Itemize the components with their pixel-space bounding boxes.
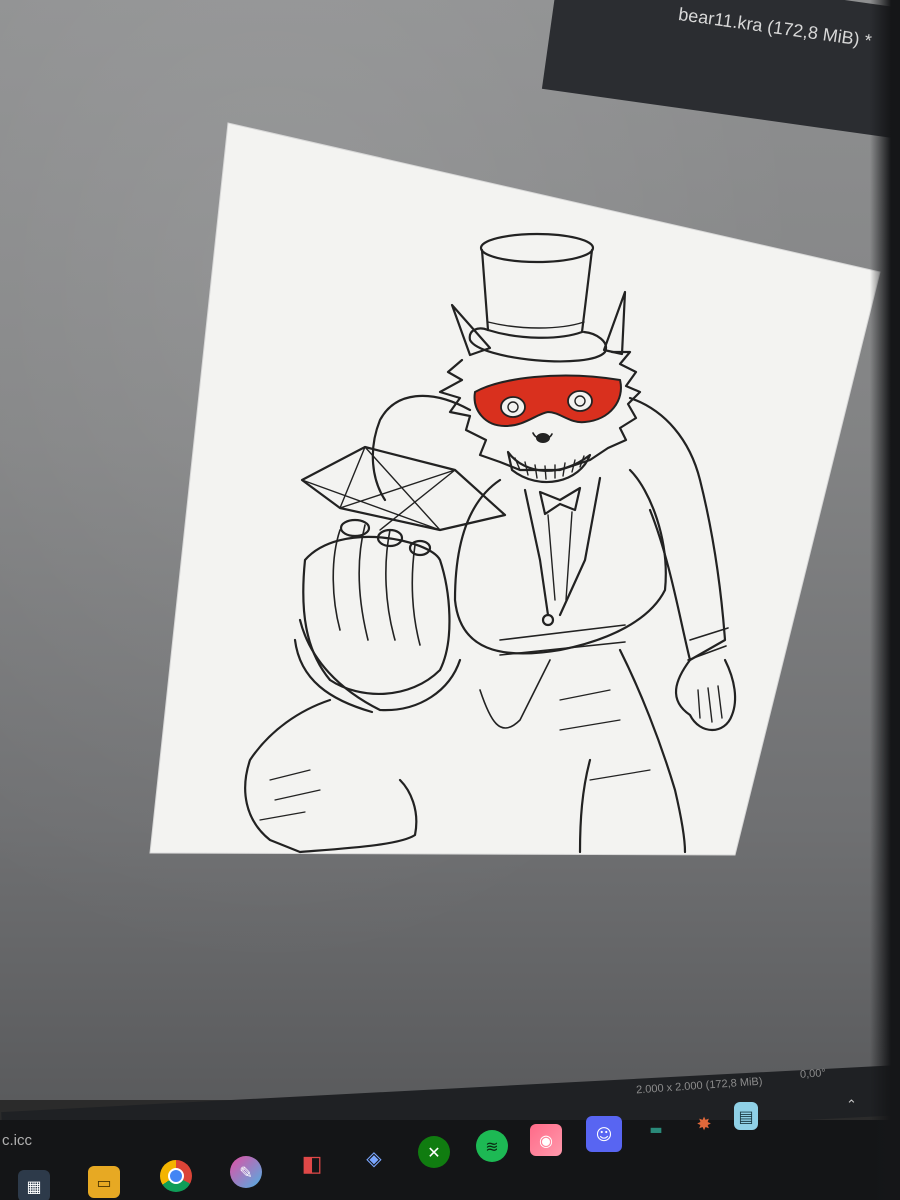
krita-icon[interactable]: ✎ (230, 1156, 262, 1188)
rotation-readout[interactable]: 0,00° (800, 1067, 827, 1081)
camera-app-icon[interactable]: ◉ (530, 1124, 562, 1156)
canvas-paper (149, 122, 881, 856)
photo: bear11.kra (172,8 MiB) * 2.000 x 2.000 (… (0, 0, 900, 1200)
chrome-icon[interactable] (160, 1160, 192, 1192)
monitor-bezel (870, 0, 900, 1200)
xbox-icon[interactable]: ✕ (418, 1136, 450, 1168)
spotify-icon[interactable]: ≋ (476, 1130, 508, 1162)
color-profile-label: c.icc (2, 1132, 32, 1149)
windows-taskbar (0, 1120, 900, 1200)
volume-icon[interactable]: ✸ (688, 1108, 720, 1140)
nintendo-switch-icon[interactable]: ◧ (296, 1148, 328, 1180)
chevron-up-icon[interactable]: ⌃ (846, 1098, 857, 1113)
hoyoverse-icon[interactable]: ◈ (358, 1142, 390, 1174)
drawing-canvas[interactable] (0, 0, 900, 1100)
file-explorer-icon[interactable]: ▭ (88, 1166, 120, 1198)
windows-store-icon[interactable]: ▦ (18, 1170, 50, 1200)
discord-icon[interactable]: ☺ (586, 1116, 622, 1152)
notification-icon[interactable]: ▤ (734, 1102, 758, 1130)
network-icon[interactable]: ▬ (640, 1114, 672, 1146)
